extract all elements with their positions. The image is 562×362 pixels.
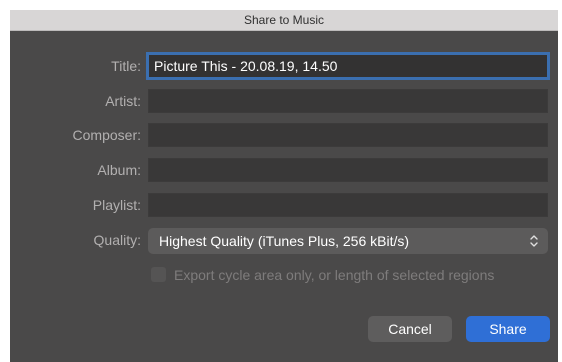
quality-select-value: Highest Quality (iTunes Plus, 256 kBit/s… [159,233,410,249]
share-to-music-dialog: Share to Music Title: Artist: Composer: … [10,10,558,362]
cancel-button[interactable]: Cancel [368,316,452,342]
playlist-row: Playlist: [10,191,558,219]
export-cycle-row: Export cycle area only, or length of sel… [10,261,558,289]
title-field[interactable] [146,52,550,80]
title-row: Title: [10,52,558,80]
artist-row: Artist: [10,87,558,115]
playlist-field[interactable] [148,193,548,217]
composer-label: Composer: [72,127,141,143]
album-field[interactable] [148,158,548,182]
chevron-up-down-icon [530,235,538,247]
title-bar[interactable]: Share to Music [10,10,558,31]
share-button[interactable]: Share [466,316,550,342]
composer-row: Composer: [10,121,558,149]
dialog-content: Title: Artist: Composer: Album: Playlist… [10,31,558,362]
artist-field[interactable] [148,89,548,113]
title-label: Title: [111,58,141,74]
artist-label: Artist: [105,93,141,109]
quality-select[interactable]: Highest Quality (iTunes Plus, 256 kBit/s… [148,228,548,254]
quality-label: Quality: [93,232,141,248]
playlist-label: Playlist: [92,197,141,213]
window-title: Share to Music [243,13,325,27]
album-label: Album: [97,162,141,178]
export-cycle-checkbox[interactable] [151,267,166,282]
album-row: Album: [10,156,558,184]
export-cycle-label[interactable]: Export cycle area only, or length of sel… [174,261,494,289]
quality-row: Quality: Highest Quality (iTunes Plus, 2… [10,226,558,254]
composer-field[interactable] [148,123,548,147]
